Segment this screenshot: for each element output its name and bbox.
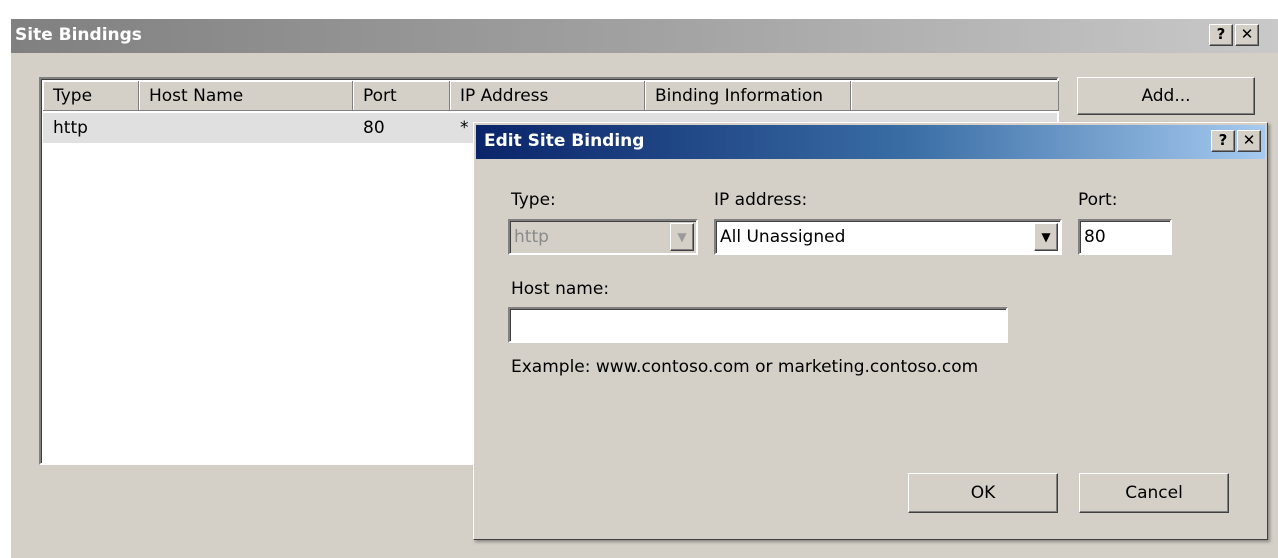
add-button[interactable]: Add... [1077, 77, 1255, 115]
site-bindings-titlebar[interactable]: Site Bindings ? ✕ [11, 19, 1278, 53]
column-header-host-name[interactable]: Host Name [139, 81, 353, 111]
dialog-help-button[interactable]: ? [1211, 130, 1235, 152]
ip-address-select[interactable]: All Unassigned ▼ [714, 219, 1062, 255]
help-icon: ? [1216, 25, 1226, 43]
edit-dialog-titlebar[interactable]: Edit Site Binding ? ✕ [476, 125, 1265, 159]
host-name-input[interactable] [508, 307, 1008, 343]
close-icon: ✕ [1242, 131, 1256, 149]
ip-address-value: All Unassigned [720, 227, 846, 247]
type-value: http [514, 227, 549, 247]
help-button[interactable]: ? [1209, 24, 1233, 46]
close-button[interactable]: ✕ [1235, 24, 1259, 46]
window-title: Site Bindings [15, 25, 142, 45]
cell-ip-address: * [460, 118, 469, 138]
chevron-down-icon: ▼ [670, 223, 694, 251]
column-header-binding-information[interactable]: Binding Information [645, 81, 851, 111]
host-name-label: Host name: [511, 279, 610, 299]
chevron-down-icon[interactable]: ▼ [1034, 223, 1058, 251]
port-label: Port: [1078, 190, 1118, 210]
column-header-type[interactable]: Type [43, 81, 139, 111]
host-name-example: Example: www.contoso.com or marketing.co… [511, 357, 979, 377]
port-input[interactable]: 80 [1078, 219, 1172, 255]
close-icon: ✕ [1240, 25, 1254, 43]
ok-button[interactable]: OK [908, 473, 1058, 513]
edit-site-binding-dialog: Edit Site Binding ? ✕ Type: http ▼ IP ad… [473, 122, 1268, 540]
column-header-ip-address[interactable]: IP Address [450, 81, 645, 111]
ip-address-label: IP address: [714, 190, 808, 210]
type-label: Type: [511, 190, 556, 210]
help-icon: ? [1218, 131, 1228, 149]
cell-type: http [53, 118, 88, 138]
type-select: http ▼ [508, 219, 698, 255]
cell-port: 80 [363, 118, 385, 138]
column-header-filler [851, 81, 1059, 111]
cancel-button[interactable]: Cancel [1079, 473, 1229, 513]
port-value: 80 [1084, 227, 1106, 247]
column-header-port[interactable]: Port [353, 81, 450, 111]
dialog-close-button[interactable]: ✕ [1237, 130, 1261, 152]
dialog-title: Edit Site Binding [484, 131, 645, 151]
